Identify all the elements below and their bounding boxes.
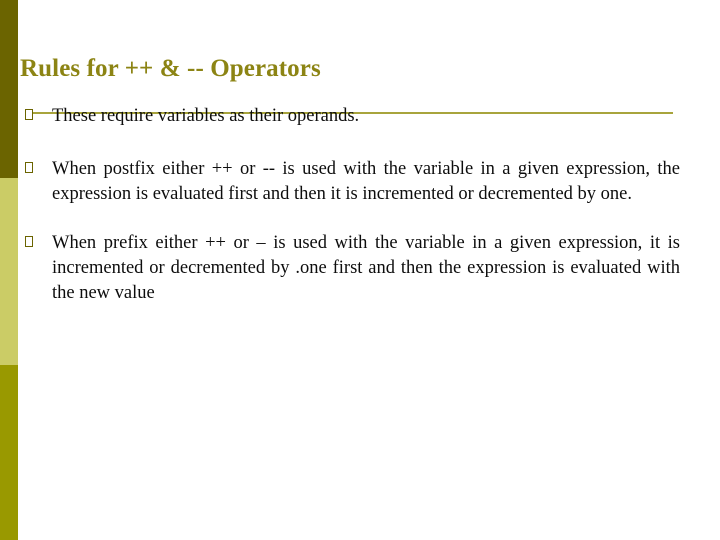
slide: Rules for ++ & -- Operators These requir…	[0, 0, 720, 540]
bullet-box-icon	[22, 157, 52, 181]
bullet-box-icon	[22, 231, 52, 255]
slide-title: Rules for ++ & -- Operators	[20, 55, 321, 82]
sidebar-band-top	[0, 0, 18, 178]
sidebar-decoration	[0, 0, 18, 540]
list-item: When postfix either ++ or -- is used wit…	[22, 157, 680, 207]
sidebar-band-bottom	[0, 365, 18, 540]
sidebar-band-middle	[0, 178, 18, 365]
bullet-text: These require variables as their operand…	[52, 106, 360, 126]
list-item: These require variables as their operand…	[22, 104, 680, 129]
bullet-text: When prefix either ++ or – is used with …	[52, 233, 680, 303]
bullet-box-icon	[22, 104, 52, 128]
bullet-text: When postfix either ++ or -- is used wit…	[52, 159, 680, 204]
list-item: When prefix either ++ or – is used with …	[22, 231, 680, 306]
bullet-list: These require variables as their operand…	[22, 104, 680, 328]
